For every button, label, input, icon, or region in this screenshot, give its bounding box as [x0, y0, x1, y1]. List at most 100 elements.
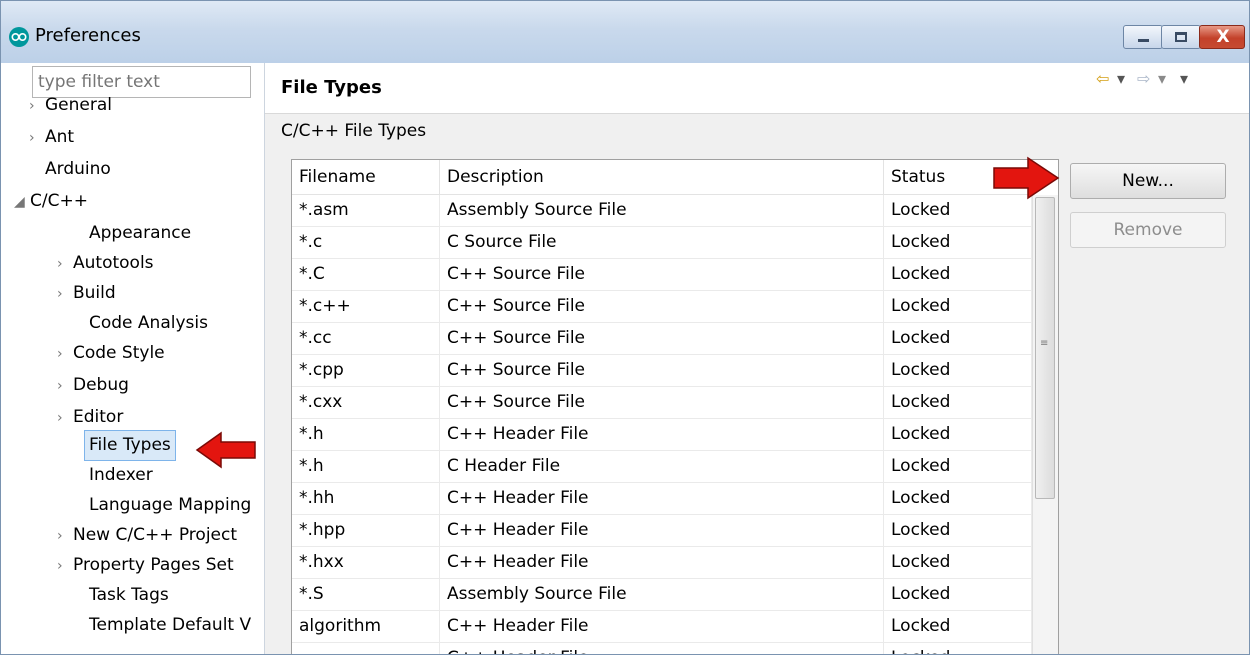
- tree-item-indexer[interactable]: Indexer: [89, 461, 153, 489]
- tree-item-arduino[interactable]: Arduino: [45, 155, 111, 183]
- remove-button[interactable]: Remove: [1070, 212, 1226, 248]
- tree-item-new-c-c-project[interactable]: New C/C++ Project: [73, 521, 237, 549]
- status-cell: Locked: [884, 227, 1032, 258]
- filename-cell: *.hxx: [292, 547, 440, 578]
- title-bar: Preferences X: [1, 1, 1249, 63]
- close-button[interactable]: X: [1199, 25, 1245, 49]
- file-types-table: Filename Description Status *.asm Assembl…: [291, 159, 1059, 654]
- tree-item-c-c[interactable]: C/C++: [30, 187, 88, 215]
- description-cell: C++ Source File: [440, 355, 884, 386]
- tree-item-template-default-v[interactable]: Template Default V: [89, 611, 251, 639]
- table-row[interactable]: *.cxx C++ Source File Locked: [292, 387, 1032, 419]
- tree-item-general[interactable]: General: [45, 91, 112, 119]
- table-row[interactable]: *.hxx C++ Header File Locked: [292, 547, 1032, 579]
- tree-item-autotools[interactable]: Autotools: [73, 249, 154, 277]
- back-dropdown-icon[interactable]: ▾: [1117, 69, 1125, 88]
- table-row[interactable]: *.cpp C++ Source File Locked: [292, 355, 1032, 387]
- preferences-window: Preferences X ›General›AntArduino◢C/C++A…: [0, 0, 1250, 655]
- table-row[interactable]: *.h C++ Header File Locked: [292, 419, 1032, 451]
- new-button[interactable]: New...: [1070, 163, 1226, 199]
- table-header: Filename Description Status: [292, 160, 1032, 195]
- description-cell: C++ Source File: [440, 259, 884, 290]
- tree-item-property-pages-set[interactable]: Property Pages Set: [73, 551, 234, 579]
- filename-cell: *.h: [292, 419, 440, 450]
- table-body: *.asm Assembly Source File Locked *.c C Sour…: [292, 195, 1032, 654]
- tree-item-code-style[interactable]: Code Style: [73, 339, 165, 367]
- tree-item-editor[interactable]: Editor: [73, 403, 123, 431]
- status-cell: Locked: [884, 291, 1032, 322]
- view-menu-icon[interactable]: ▾: [1180, 69, 1188, 88]
- tree-item-build[interactable]: Build: [73, 279, 116, 307]
- window-title: Preferences: [35, 25, 141, 46]
- description-cell: C Header File: [440, 451, 884, 482]
- description-cell: C++ Header File: [440, 611, 884, 642]
- status-cell: Locked: [884, 547, 1032, 578]
- filename-cell: *.hpp: [292, 515, 440, 546]
- section-label: C/C++ File Types: [281, 121, 427, 141]
- column-header-filename[interactable]: Filename: [292, 160, 440, 194]
- filename-cell: *.hh: [292, 483, 440, 514]
- collapsed-arrow-icon[interactable]: ›: [57, 378, 69, 394]
- table-row[interactable]: *.S Assembly Source File Locked: [292, 579, 1032, 611]
- table-row[interactable]: algorithm C++ Header File Locked: [292, 611, 1032, 643]
- table-row[interactable]: *.hpp C++ Header File Locked: [292, 515, 1032, 547]
- collapsed-arrow-icon[interactable]: ›: [57, 410, 69, 426]
- tree-item-language-mapping[interactable]: Language Mapping: [89, 491, 251, 519]
- preferences-tree-panel: ›General›AntArduino◢C/C++Appearance›Auto…: [1, 63, 265, 654]
- minimize-icon: [1138, 39, 1149, 42]
- table-row[interactable]: *.h C Header File Locked: [292, 451, 1032, 483]
- page-title: File Types: [281, 77, 382, 98]
- expanded-arrow-icon[interactable]: ◢: [14, 194, 26, 210]
- tree-item-file-types[interactable]: File Types: [84, 430, 176, 461]
- collapsed-arrow-icon[interactable]: ›: [57, 256, 69, 272]
- tree-item-ant[interactable]: Ant: [45, 123, 74, 151]
- filename-cell: *.c: [292, 227, 440, 258]
- preference-page: File Types ⇦ ▾ ⇨ ▾ ▾ C/C++ File Types Fi…: [265, 63, 1249, 654]
- minimize-button[interactable]: [1123, 25, 1163, 49]
- description-cell: C++ Header File: [440, 419, 884, 450]
- maximize-button[interactable]: [1161, 25, 1201, 49]
- collapsed-arrow-icon[interactable]: ›: [57, 558, 69, 574]
- tree-item-task-tags[interactable]: Task Tags: [89, 581, 169, 609]
- collapsed-arrow-icon[interactable]: ›: [29, 130, 41, 146]
- description-cell: C++ Header File: [440, 643, 884, 654]
- description-cell: C++ Header File: [440, 515, 884, 546]
- column-header-description[interactable]: Description: [440, 160, 884, 194]
- description-cell: Assembly Source File: [440, 195, 884, 226]
- forward-dropdown-icon[interactable]: ▾: [1158, 69, 1166, 88]
- tree-item-code-analysis[interactable]: Code Analysis: [89, 309, 208, 337]
- red-arrow-right-icon: [993, 156, 1060, 200]
- scrollbar-grip-icon: ≡: [1040, 338, 1049, 349]
- table-row[interactable]: *.hh C++ Header File Locked: [292, 483, 1032, 515]
- filename-cell: algorithm: [292, 611, 440, 642]
- collapsed-arrow-icon[interactable]: ›: [57, 286, 69, 302]
- status-cell: Locked: [884, 483, 1032, 514]
- collapsed-arrow-icon[interactable]: ›: [29, 98, 41, 114]
- description-cell: C++ Header File: [440, 547, 884, 578]
- table-row[interactable]: C++ Header FileLocked: [292, 643, 1032, 654]
- filename-cell: *.h: [292, 451, 440, 482]
- collapsed-arrow-icon[interactable]: ›: [57, 528, 69, 544]
- tree-item-debug[interactable]: Debug: [73, 371, 129, 399]
- scrollbar-thumb[interactable]: ≡: [1035, 197, 1055, 499]
- back-arrow-icon[interactable]: ⇦: [1096, 69, 1109, 88]
- table-row[interactable]: *.cc C++ Source File Locked: [292, 323, 1032, 355]
- status-cell: Locked: [884, 515, 1032, 546]
- vertical-scrollbar[interactable]: ≡: [1032, 195, 1058, 654]
- table-row[interactable]: *.C C++ Source File Locked: [292, 259, 1032, 291]
- table-row[interactable]: *.c++ C++ Source File Locked: [292, 291, 1032, 323]
- collapsed-arrow-icon[interactable]: ›: [57, 346, 69, 362]
- status-cell: Locked: [884, 611, 1032, 642]
- table-row[interactable]: *.c C Source File Locked: [292, 227, 1032, 259]
- tree-item-appearance[interactable]: Appearance: [89, 219, 191, 247]
- status-cell: Locked: [884, 643, 1032, 654]
- status-cell: Locked: [884, 355, 1032, 386]
- table-row[interactable]: *.asm Assembly Source File Locked: [292, 195, 1032, 227]
- description-cell: C++ Source File: [440, 387, 884, 418]
- forward-arrow-icon[interactable]: ⇨: [1137, 69, 1150, 88]
- arduino-logo-icon: [9, 27, 29, 47]
- filename-cell: *.c++: [292, 291, 440, 322]
- status-cell: Locked: [884, 579, 1032, 610]
- description-cell: C++ Source File: [440, 323, 884, 354]
- close-icon: X: [1216, 27, 1230, 47]
